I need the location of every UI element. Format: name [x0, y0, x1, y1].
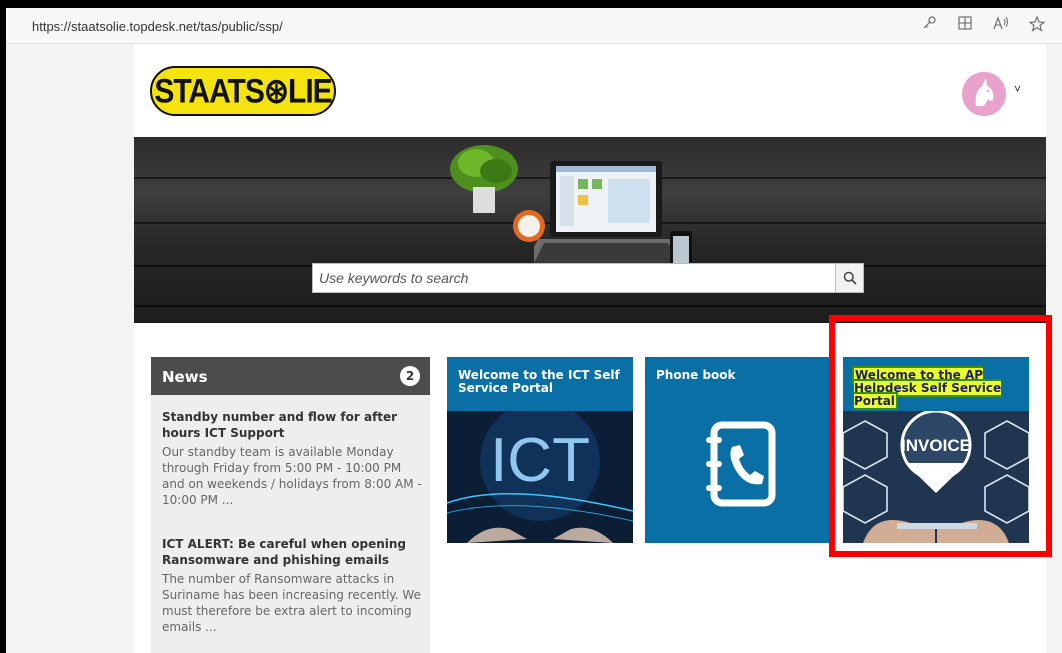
- news-item-body: The number of Ransomware attacks in Suri…: [162, 572, 421, 634]
- search-bar[interactable]: [312, 263, 864, 293]
- news-panel: News 2 Standby number and flow for after…: [151, 357, 430, 653]
- tile-phone-book[interactable]: Phone book: [645, 357, 831, 543]
- annotation-highlight-box: [829, 315, 1052, 557]
- address-bar[interactable]: https://staatsolie.topdesk.net/tas/publi…: [6, 8, 1062, 44]
- key-icon[interactable]: [918, 15, 940, 37]
- unicorn-avatar-icon: [962, 72, 1006, 116]
- ict-image-text: ICT: [490, 426, 590, 495]
- search-icon: [843, 271, 857, 285]
- search-button[interactable]: [835, 264, 863, 292]
- phone-book-icon: [706, 421, 776, 507]
- favorite-star-icon[interactable]: [1026, 15, 1048, 37]
- tile-title: Welcome to the ICT Self Service Portal: [458, 368, 620, 395]
- grid-add-icon[interactable]: [954, 15, 976, 37]
- hero-banner: [134, 137, 1046, 323]
- tile-title: Phone book: [656, 368, 736, 382]
- news-item-title[interactable]: Standby number and flow for after hours …: [162, 409, 424, 441]
- news-item-title[interactable]: ICT ALERT: Be careful when opening Ranso…: [162, 536, 424, 568]
- url-text[interactable]: https://staatsolie.topdesk.net/tas/publi…: [32, 19, 283, 34]
- news-title: News: [162, 368, 208, 386]
- tile-ict-self-service[interactable]: Welcome to the ICT Self Service Portal I…: [447, 357, 633, 543]
- news-count-badge: 2: [400, 366, 420, 386]
- ict-image: ICT: [447, 411, 633, 543]
- news-item[interactable]: Standby number and flow for after hours …: [162, 409, 424, 508]
- search-input[interactable]: [313, 264, 837, 292]
- plant-image: [450, 145, 518, 213]
- read-aloud-icon[interactable]: [990, 15, 1012, 37]
- news-item-body: Our standby team is available Monday thr…: [162, 445, 422, 507]
- news-header[interactable]: News 2: [151, 357, 430, 395]
- logo-text: STAATS⊛LIE: [154, 72, 332, 110]
- chevron-down-icon[interactable]: ˅: [1014, 82, 1021, 96]
- staatsolie-logo[interactable]: STAATS⊛LIE: [150, 66, 336, 116]
- avatar[interactable]: [962, 72, 1006, 116]
- news-item[interactable]: ICT ALERT: Be careful when opening Ranso…: [162, 536, 424, 635]
